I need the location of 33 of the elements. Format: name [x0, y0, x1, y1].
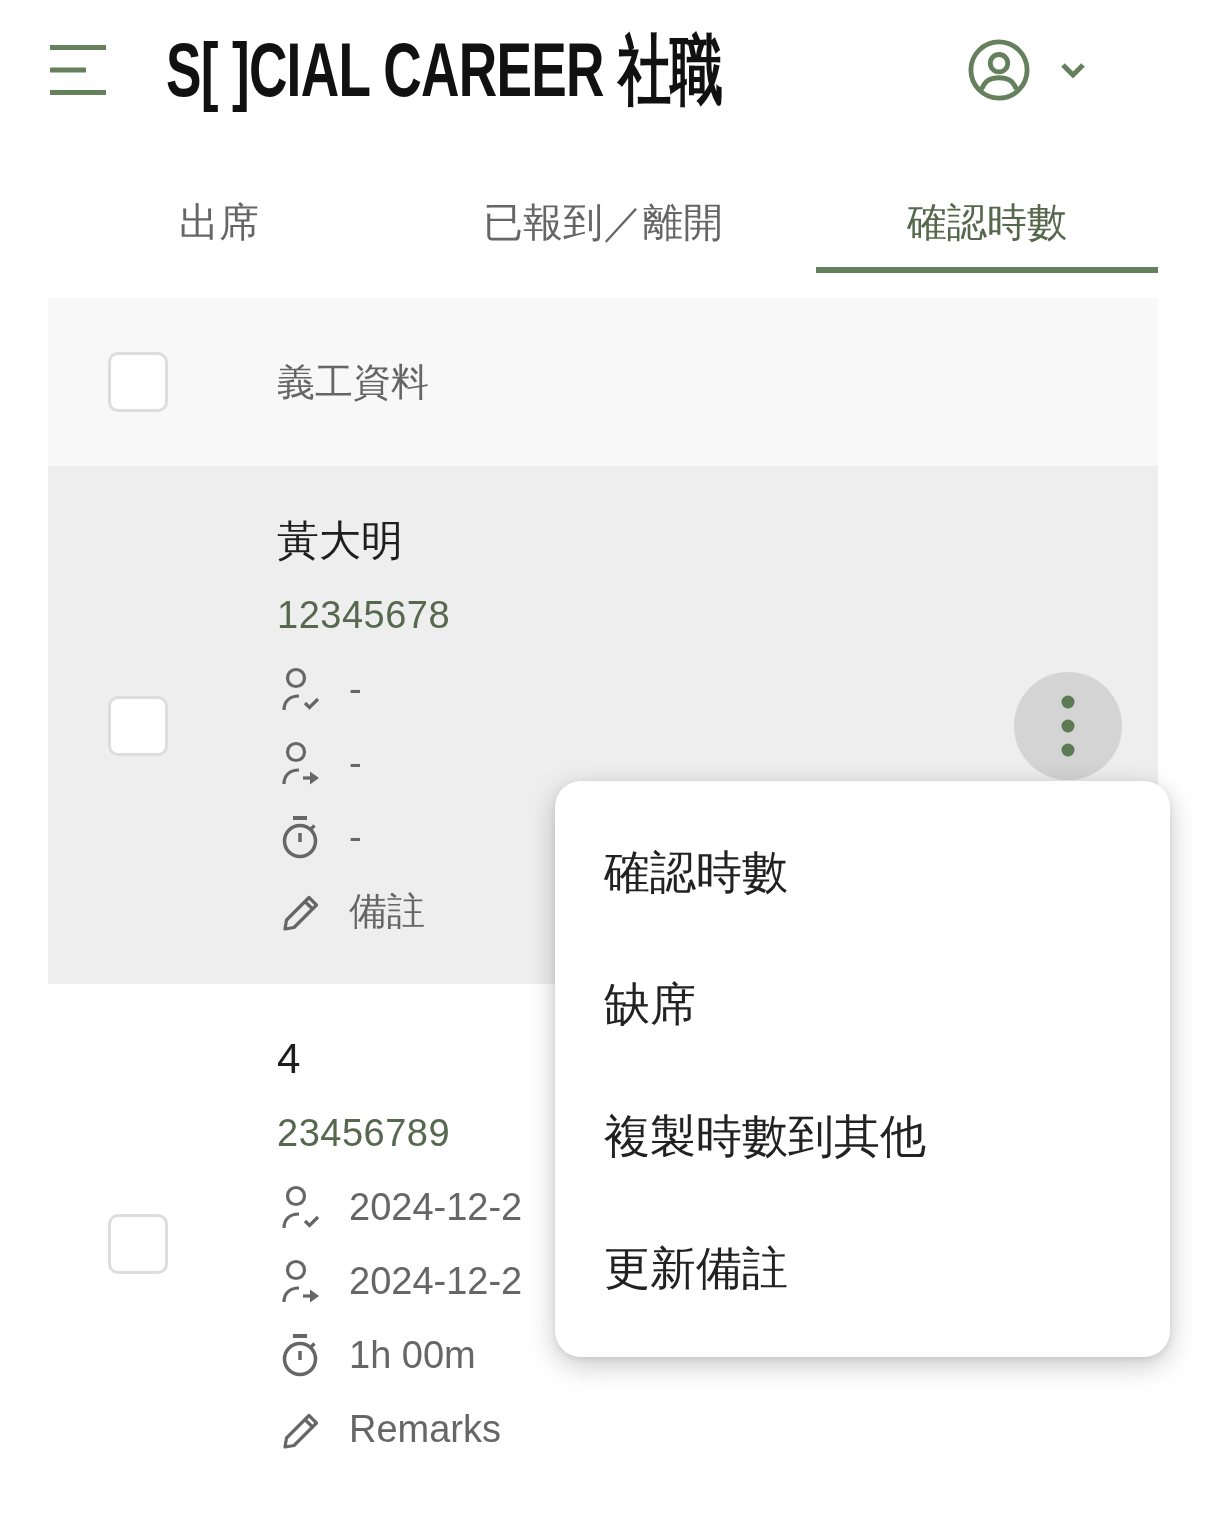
check-out-time: - [349, 741, 362, 785]
person-check-icon [280, 667, 320, 711]
stopwatch-icon [280, 1333, 320, 1377]
duration-text: 1h 00m [349, 1333, 476, 1377]
person-arrow-icon [280, 741, 320, 785]
volunteer-id: 23456789 [277, 1111, 451, 1155]
menu-item[interactable]: 確認時數 [555, 807, 1170, 939]
menu-item[interactable]: 缺席 [555, 939, 1170, 1071]
checkbox[interactable] [108, 1214, 168, 1274]
person-arrow-icon [280, 1259, 320, 1303]
tab[interactable]: 確認時數 [816, 178, 1158, 273]
volunteer-name: 4 [277, 1035, 301, 1083]
menu-item[interactable]: 更新備註 [555, 1203, 1170, 1335]
more-vertical-icon [1061, 695, 1075, 757]
person-check-icon [280, 1185, 320, 1229]
remarks-text[interactable]: 備註 [349, 885, 425, 937]
chevron-down-icon[interactable] [1060, 62, 1086, 78]
tab[interactable]: 已報到／離開 [390, 178, 816, 273]
remarks-text[interactable]: Remarks [349, 1407, 502, 1451]
stopwatch-icon [280, 815, 320, 859]
duration-text: - [349, 815, 362, 859]
menu-item[interactable]: 複製時數到其他 [555, 1071, 1170, 1203]
checkbox[interactable] [108, 696, 168, 756]
column-header: 義工資料 [277, 359, 429, 405]
check-in-time: - [349, 667, 362, 711]
menu-icon[interactable] [50, 45, 106, 95]
user-avatar-icon[interactable] [968, 39, 1030, 101]
volunteer-name: 黃大明 [277, 516, 403, 566]
tab[interactable]: 出席 [48, 178, 390, 273]
check-in-time: 2024-12-2 [349, 1185, 523, 1229]
check-out-time: 2024-12-2 [349, 1259, 523, 1303]
volunteer-id: 12345678 [277, 593, 451, 637]
checkbox[interactable] [108, 352, 168, 412]
